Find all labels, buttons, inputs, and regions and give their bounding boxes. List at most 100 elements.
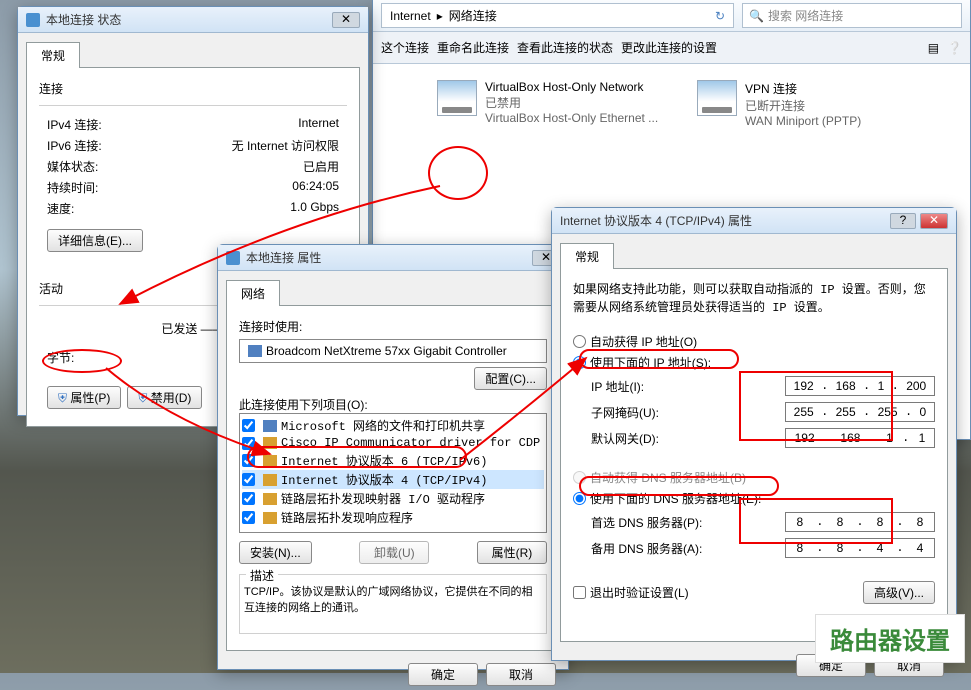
net-name: VPN 连接 [745,80,861,97]
tab-general[interactable]: 常规 [26,42,80,68]
view-icon[interactable]: ▤ [928,41,939,55]
ip-label: IP 地址(I): [591,378,644,395]
tab-general[interactable]: 常规 [560,243,614,269]
explorer-toolbar: 这个连接 重命名此连接 查看此连接的状态 更改此连接的设置 ▤ ❔ [373,32,970,64]
titlebar: Internet 协议版本 4 (TCP/IPv4) 属性 ? ✕ [552,208,956,234]
label: 字节: [47,349,74,366]
configure-button[interactable]: 配置(C)... [474,367,547,390]
network-icon [437,80,477,116]
ok-button[interactable]: 确定 [408,663,478,686]
intro-text: 如果网络支持此功能，则可以获取自动指派的 IP 设置。否则，您需要从网络系统管理… [573,281,935,317]
description-text: TCP/IP。该协议是默认的广域网络协议，它提供在不同的相互连接的网络上的通讯。 [244,583,542,615]
tab-network[interactable]: 网络 [226,280,280,306]
list-item[interactable]: Internet 协议版本 6 (TCP/IPv6) [242,451,544,470]
protocol-icon [263,512,277,524]
list-item[interactable]: Cisco IP Communicator driver for CDP [242,435,544,451]
advanced-button[interactable]: 高级(V)... [863,581,935,604]
window-title: Internet 协议版本 4 (TCP/IPv4) 属性 [560,212,890,229]
ipv4-properties-window: Internet 协议版本 4 (TCP/IPv4) 属性 ? ✕ 常规 如果网… [551,207,957,661]
net-status: 已禁用 [485,94,658,111]
shield-icon: ⛨ [138,391,147,405]
description-group: 描述 TCP/IP。该协议是默认的广域网络协议，它提供在不同的相互连接的网络上的… [239,574,547,634]
validate-checkbox[interactable] [573,586,586,599]
components-list[interactable]: Microsoft 网络的文件和打印机共享 Cisco IP Communica… [239,413,547,533]
radio-auto-ip[interactable] [573,335,586,348]
radio-use-ip[interactable] [573,356,586,369]
gateway-label: 默认网关(D): [591,430,659,447]
label: 连接时使用: [239,318,547,335]
checkbox[interactable] [242,511,255,524]
adapter-icon [248,345,262,357]
value: 1.0 Gbps [290,200,339,217]
label: IPv4 连接: [47,116,102,133]
install-button[interactable]: 安装(N)... [239,541,312,564]
toolbar-item[interactable]: 查看此连接的状态 [517,39,613,56]
explorer-addressbar: Internet ▸ 网络连接 ↻ 🔍 搜索 网络连接 [373,0,970,32]
checkbox[interactable] [242,437,255,450]
titlebar: 本地连接 状态 ✕ [18,7,368,33]
close-icon[interactable]: ✕ [332,12,360,28]
uninstall-button[interactable]: 卸载(U) [359,541,429,564]
breadcrumb-item[interactable]: 网络连接 [449,7,497,24]
protocol-icon [263,493,277,505]
radio-use-dns[interactable] [573,492,586,505]
window-title: 本地连接 属性 [246,249,532,266]
details-button[interactable]: 详细信息(E)... [47,229,143,252]
section-label: 连接 [39,80,347,97]
dns2-label: 备用 DNS 服务器(A): [591,540,702,557]
dns1-input[interactable]: 8.8.8.8 [785,512,935,532]
checkbox[interactable] [242,473,255,486]
adapter-properties-window: 本地连接 属性 ✕ 网络 连接时使用: Broadcom NetXtreme 5… [217,244,569,670]
list-item[interactable]: 链路层拓扑发现映射器 I/O 驱动程序 [242,489,544,508]
close-icon[interactable]: ✕ [920,213,948,229]
label: 速度: [47,200,74,217]
mask-label: 子网掩码(U): [591,404,659,421]
breadcrumb[interactable]: Internet ▸ 网络连接 ↻ [381,3,734,28]
chevron-right-icon: ▸ [437,9,443,23]
breadcrumb-item[interactable]: Internet [390,9,431,23]
protocol-icon [263,437,277,449]
search-icon: 🔍 [749,9,764,23]
protocol-icon [263,474,277,486]
gateway-input[interactable]: 192.168.1.1 [785,428,935,448]
list-item[interactable]: Microsoft 网络的文件和打印机共享 [242,416,544,435]
list-item-tcpipv4[interactable]: Internet 协议版本 4 (TCP/IPv4) [242,470,544,489]
disable-button[interactable]: ⛨ 禁用(D) [127,386,202,409]
net-status: 已断开连接 [745,97,861,114]
help-icon[interactable]: ? [890,213,916,229]
radio-auto-dns [573,471,586,484]
list-item[interactable]: 链路层拓扑发现响应程序 [242,508,544,527]
label: IPv6 连接: [47,137,102,154]
item-properties-button[interactable]: 属性(R) [477,541,547,564]
help-icon[interactable]: ❔ [947,41,962,55]
value: 06:24:05 [292,179,339,196]
cancel-button[interactable]: 取消 [486,663,556,686]
mask-input[interactable]: 255.255.255.0 [785,402,935,422]
network-icon [697,80,737,116]
value: 已启用 [303,158,339,175]
net-name: VirtualBox Host-Only Network [485,80,658,94]
label: 媒体状态: [47,158,98,175]
label: 自动获得 IP 地址(O) [590,333,697,350]
toolbar-item[interactable]: 这个连接 [381,39,429,56]
properties-button[interactable]: ⛨ 属性(P) [47,386,121,409]
checkbox[interactable] [242,454,255,467]
toolbar-item[interactable]: 更改此连接的设置 [621,39,717,56]
dns1-label: 首选 DNS 服务器(P): [591,514,702,531]
search-input[interactable]: 🔍 搜索 网络连接 [742,3,962,28]
checkbox[interactable] [242,492,255,505]
ip-input[interactable]: 192.168.1.200 [785,376,935,396]
label: 自动获得 DNS 服务器地址(B) [590,469,746,486]
toolbar-item[interactable]: 重命名此连接 [437,39,509,56]
label: 此连接使用下列项目(O): [239,396,547,413]
dns2-input[interactable]: 8.8.4.4 [785,538,935,558]
value: Internet [298,116,339,133]
shield-icon: ⛨ [58,391,67,405]
refresh-icon[interactable]: ↻ [715,9,725,23]
checkbox[interactable] [242,419,255,432]
window-icon [226,251,240,265]
net-adapter: VirtualBox Host-Only Ethernet ... [485,111,658,125]
label: 持续时间: [47,179,98,196]
label: 使用下面的 IP 地址(S): [590,354,711,371]
service-icon [263,420,277,432]
